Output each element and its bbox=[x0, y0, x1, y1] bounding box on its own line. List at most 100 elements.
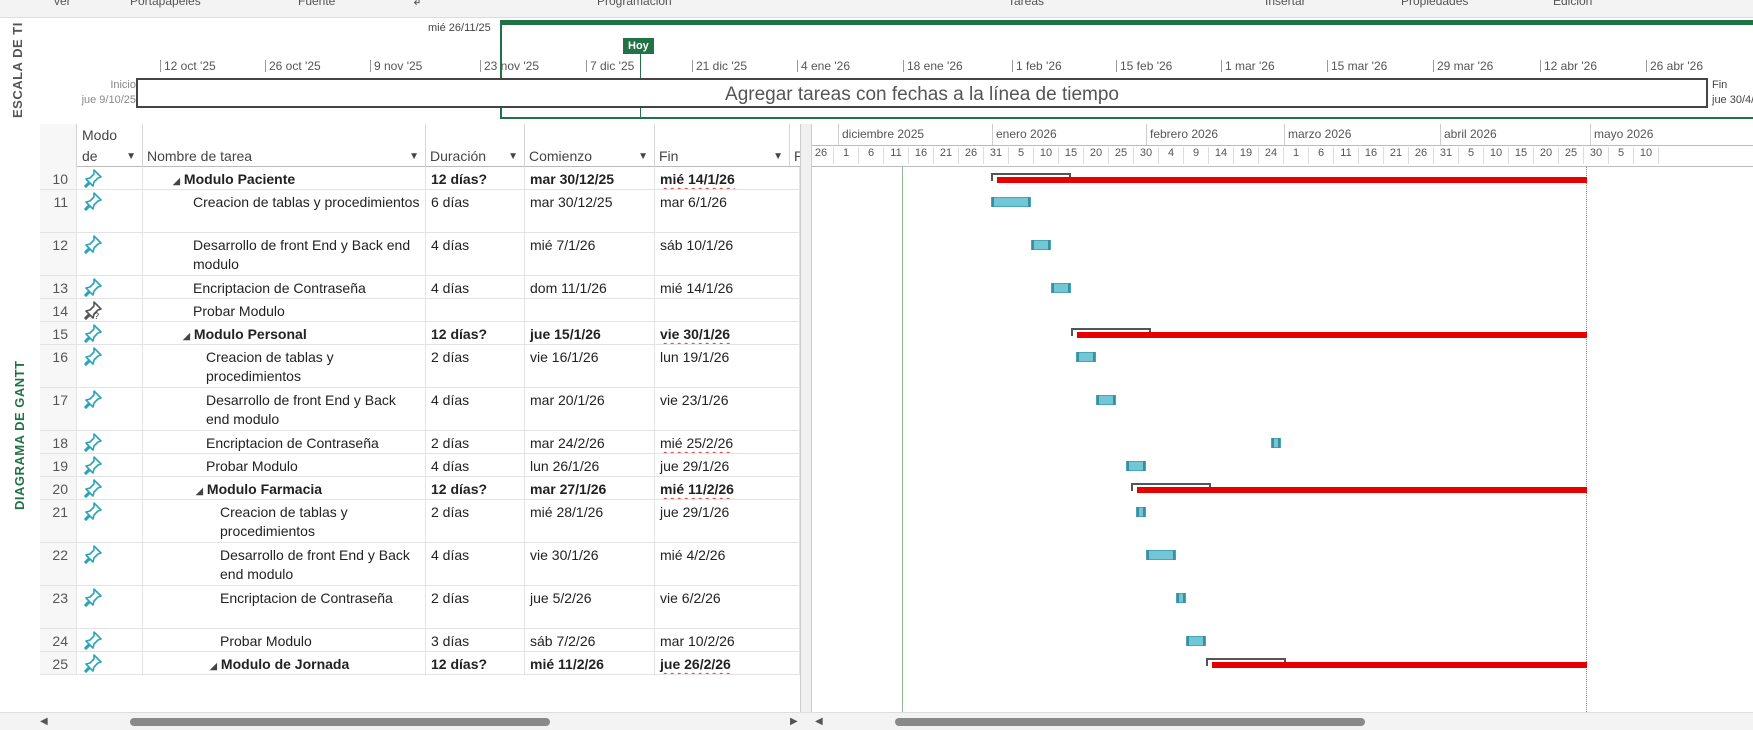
task-row[interactable]: 15 ◢ Modulo Personal 12 días? jue 15/1/26 vie… bbox=[40, 322, 800, 345]
task-name-cell[interactable]: Probar Modulo bbox=[143, 629, 426, 651]
scroll-left-icon[interactable]: ◀ bbox=[815, 716, 823, 727]
task-mode-cell[interactable] bbox=[77, 190, 143, 232]
column-header-end[interactable]: Fin ▼ bbox=[655, 124, 790, 167]
task-name-cell[interactable]: Creacion de tablas y procedimientos bbox=[143, 345, 426, 387]
task-name-cell[interactable]: Probar Modulo bbox=[143, 454, 426, 476]
task-row[interactable]: 21 Creacion de tablas y procedimientos 2 d… bbox=[40, 500, 800, 543]
task-start[interactable]: jue 5/2/26 bbox=[525, 586, 655, 628]
collapse-triangle-icon[interactable]: ◢ bbox=[210, 657, 217, 674]
task-start[interactable]: mar 20/1/26 bbox=[525, 388, 655, 430]
ribbon-group-view[interactable]: ver bbox=[54, 0, 71, 8]
task-bar[interactable] bbox=[1051, 283, 1071, 293]
task-duration[interactable]: 4 días bbox=[426, 276, 525, 298]
task-mode-cell[interactable] bbox=[77, 477, 143, 499]
task-end-cell[interactable]: mar 10/2/26 bbox=[655, 629, 800, 651]
task-end-cell[interactable] bbox=[655, 299, 800, 321]
task-duration[interactable]: 4 días bbox=[426, 388, 525, 430]
task-id[interactable]: 19 bbox=[40, 454, 77, 476]
task-start[interactable]: mar 30/12/25 bbox=[525, 167, 655, 189]
ribbon-group-font[interactable]: Fuente bbox=[298, 0, 335, 8]
task-end-cell[interactable]: mié 25/2/26 bbox=[655, 431, 800, 453]
task-mode-cell[interactable] bbox=[77, 431, 143, 453]
task-name-cell[interactable]: ◢ Modulo Personal bbox=[143, 322, 426, 344]
column-header-predecessors[interactable]: P bbox=[790, 124, 800, 167]
task-end-cell[interactable]: mar 6/1/26 bbox=[655, 190, 800, 232]
task-id[interactable]: 24 bbox=[40, 629, 77, 651]
task-start[interactable]: mié 7/1/26 bbox=[525, 233, 655, 275]
task-start[interactable]: mié 11/2/26 bbox=[525, 652, 655, 674]
task-start[interactable]: dom 11/1/26 bbox=[525, 276, 655, 298]
task-row[interactable]: 23 Encriptacion de Contraseña 2 días jue 5/… bbox=[40, 586, 800, 629]
task-bar[interactable] bbox=[1136, 507, 1146, 517]
task-row[interactable]: 25 ◢ Modulo de Jornada 12 días? mié 11/2/26 j… bbox=[40, 652, 800, 675]
task-end-cell[interactable]: vie 6/2/26 bbox=[655, 586, 800, 628]
task-duration[interactable]: 4 días bbox=[426, 233, 525, 275]
task-id[interactable]: 16 bbox=[40, 345, 77, 387]
task-bar[interactable] bbox=[1031, 240, 1051, 250]
column-header-duration[interactable]: Duración ▼ bbox=[426, 124, 525, 167]
task-name-cell[interactable]: ◢ Modulo de Jornada bbox=[143, 652, 426, 674]
task-start[interactable] bbox=[525, 299, 655, 321]
task-id[interactable]: 18 bbox=[40, 431, 77, 453]
ribbon-group-tasks[interactable]: Tareas bbox=[1008, 0, 1044, 8]
task-name-cell[interactable]: Encriptacion de Contraseña bbox=[143, 276, 426, 298]
collapse-triangle-icon[interactable]: ◢ bbox=[173, 172, 180, 189]
task-mode-cell[interactable] bbox=[77, 233, 143, 275]
task-bar[interactable] bbox=[1126, 461, 1146, 471]
task-end-cell[interactable]: mié 11/2/26 bbox=[655, 477, 800, 499]
task-mode-cell[interactable]: ? bbox=[77, 299, 143, 321]
task-end-cell[interactable]: jue 29/1/26 bbox=[655, 454, 800, 476]
task-mode-cell[interactable] bbox=[77, 586, 143, 628]
task-row[interactable]: 14? Probar Modulo bbox=[40, 299, 800, 322]
task-name-cell[interactable]: Encriptacion de Contraseña bbox=[143, 431, 426, 453]
task-name-cell[interactable]: ◢ Modulo Paciente bbox=[143, 167, 426, 189]
timeline-bar[interactable]: Agregar tareas con fechas a la línea de … bbox=[136, 78, 1708, 108]
task-start[interactable]: vie 30/1/26 bbox=[525, 543, 655, 585]
task-id[interactable]: 25 bbox=[40, 652, 77, 674]
task-bar[interactable] bbox=[1076, 352, 1096, 362]
scroll-left-icon[interactable]: ◀ bbox=[40, 716, 48, 727]
task-name-cell[interactable]: Encriptacion de Contraseña bbox=[143, 586, 426, 628]
task-id[interactable]: 17 bbox=[40, 388, 77, 430]
gantt-chart[interactable]: diciembre 2025 enero 2026 febrero 2026 marz… bbox=[812, 124, 1753, 712]
task-id[interactable]: 15 bbox=[40, 322, 77, 344]
task-duration[interactable]: 2 días bbox=[426, 431, 525, 453]
ribbon-group-schedule[interactable]: Programación bbox=[597, 0, 672, 8]
task-end-cell[interactable]: mié 14/1/26 bbox=[655, 167, 800, 189]
task-row[interactable]: 17 Desarrollo de front End y Back end mod… bbox=[40, 388, 800, 431]
task-name-cell[interactable]: Desarrollo de front End y Back end modul… bbox=[143, 543, 426, 585]
task-row[interactable]: 18 Encriptacion de Contraseña 2 días mar 24… bbox=[40, 431, 800, 454]
column-header-name[interactable]: Nombre de tarea ▼ bbox=[143, 124, 426, 167]
select-all-corner[interactable] bbox=[40, 124, 77, 167]
task-id[interactable]: 21 bbox=[40, 500, 77, 542]
task-row[interactable]: 12 Desarrollo de front End y Back end mod… bbox=[40, 233, 800, 276]
task-name-cell[interactable]: Desarrollo de front End y Back end modul… bbox=[143, 388, 426, 430]
task-mode-cell[interactable] bbox=[77, 454, 143, 476]
grid-scrollbar-thumb[interactable] bbox=[130, 718, 550, 726]
task-duration[interactable]: 6 días bbox=[426, 190, 525, 232]
task-bar[interactable] bbox=[1271, 438, 1281, 448]
task-mode-cell[interactable] bbox=[77, 167, 143, 189]
task-row[interactable]: 13 Encriptacion de Contraseña 4 días dom 11… bbox=[40, 276, 800, 299]
task-duration[interactable]: 2 días bbox=[426, 345, 525, 387]
task-mode-cell[interactable] bbox=[77, 652, 143, 674]
ribbon-group-launcher[interactable]: ↲ bbox=[412, 0, 422, 8]
task-end-cell[interactable]: mié 14/1/26 bbox=[655, 276, 800, 298]
chevron-down-icon[interactable]: ▼ bbox=[638, 151, 648, 162]
task-bar[interactable] bbox=[1176, 593, 1186, 603]
task-row[interactable]: 20 ◢ Modulo Farmacia 12 días? mar 27/1/26 mié… bbox=[40, 477, 800, 500]
task-end-cell[interactable]: vie 30/1/26 bbox=[655, 322, 800, 344]
task-duration[interactable] bbox=[426, 299, 525, 321]
task-id[interactable]: 23 bbox=[40, 586, 77, 628]
task-end-cell[interactable]: mié 4/2/26 bbox=[655, 543, 800, 585]
task-bar[interactable] bbox=[991, 197, 1031, 207]
task-end-cell[interactable]: sáb 10/1/26 bbox=[655, 233, 800, 275]
task-name-cell[interactable]: Desarrollo de front End y Back end modul… bbox=[143, 233, 426, 275]
task-start[interactable]: sáb 7/2/26 bbox=[525, 629, 655, 651]
collapse-triangle-icon[interactable]: ◢ bbox=[196, 482, 203, 499]
task-mode-cell[interactable] bbox=[77, 388, 143, 430]
task-row[interactable]: 16 Creacion de tablas y procedimientos 2 d… bbox=[40, 345, 800, 388]
task-row[interactable]: 11 Creacion de tablas y procedimientos 6 d… bbox=[40, 190, 800, 233]
task-start[interactable]: vie 16/1/26 bbox=[525, 345, 655, 387]
task-row[interactable]: 22 Desarrollo de front End y Back end mod… bbox=[40, 543, 800, 586]
